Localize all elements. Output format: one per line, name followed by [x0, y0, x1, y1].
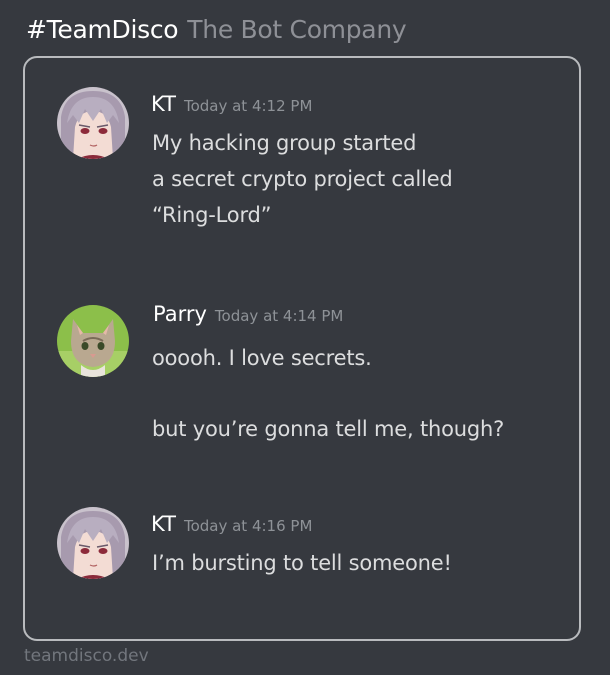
chat-card: KT Today at 4:12 PM My hacking group sta… — [23, 56, 581, 641]
author-name[interactable]: Parry — [153, 302, 207, 326]
message-line: My hacking group started — [152, 131, 417, 155]
kitten-avatar-icon — [57, 305, 129, 377]
message-meta: Parry Today at 4:14 PM — [153, 302, 343, 326]
brand-tag: #TeamDisco — [26, 15, 179, 44]
author-name[interactable]: KT — [151, 512, 176, 536]
message-line: I’m bursting to tell someone! — [152, 551, 452, 575]
avatar-kt[interactable] — [57, 87, 129, 159]
message-meta: KT Today at 4:16 PM — [151, 512, 312, 536]
timestamp: Today at 4:12 PM — [183, 97, 313, 115]
anime-girl-avatar-icon — [57, 507, 129, 579]
message-line: a secret crypto project called — [152, 167, 453, 191]
header: #TeamDisco The Bot Company — [26, 15, 407, 51]
message-line: but you’re gonna tell me, though? — [152, 417, 505, 441]
timestamp: Today at 4:14 PM — [214, 307, 344, 325]
message-line: “Ring-Lord” — [152, 203, 272, 227]
avatar-parry[interactable] — [57, 305, 129, 377]
author-name[interactable]: KT — [151, 92, 176, 116]
brand-name: The Bot Company — [187, 15, 407, 44]
message-meta: KT Today at 4:12 PM — [151, 92, 312, 116]
message-line: ooooh. I love secrets. — [152, 346, 372, 370]
anime-girl-avatar-icon — [57, 87, 129, 159]
avatar-kt[interactable] — [57, 507, 129, 579]
timestamp: Today at 4:16 PM — [183, 517, 313, 535]
footer-site: teamdisco.dev — [24, 646, 149, 666]
